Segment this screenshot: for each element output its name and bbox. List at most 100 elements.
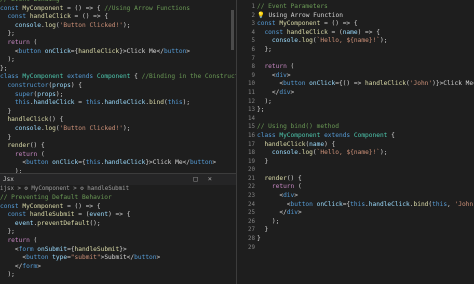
code-line[interactable]: }; — [257, 106, 474, 115]
code-line[interactable]: <button onClick={this.handleClick.bind(t… — [257, 201, 474, 210]
code-line[interactable]: }; — [0, 30, 236, 39]
code-token: constructor — [7, 81, 49, 89]
code-area[interactable]: // Event Bindingconst MyComponent = () =… — [0, 0, 236, 173]
code-line[interactable]: <button onClick={handleClick}>Click Me</… — [0, 48, 236, 57]
code-token: const — [7, 13, 30, 21]
code-line[interactable]: // Event Parameters — [257, 3, 474, 12]
code-line[interactable]: this.handleClick = this.handleClick.bind… — [0, 99, 236, 108]
code-line[interactable]: return ( — [257, 183, 474, 192]
code-token: Component — [96, 73, 135, 81]
code-line[interactable]: }; — [0, 65, 236, 74]
line-number-gutter: 1 2 3 4 5 6 7 8 9 10 11 12 13 14 15 16 17 18 19 20 21 22 23 24 2… — [237, 3, 255, 252]
code-line[interactable]: return ( — [257, 63, 474, 72]
code-line[interactable]: <div> — [257, 72, 474, 81]
code-token: < — [257, 192, 284, 200]
code-line[interactable]: const handleSubmit = (event) => { — [0, 211, 160, 220]
code-token: } — [257, 226, 269, 234]
code-line[interactable]: } — [257, 226, 474, 235]
code-line[interactable]: } — [0, 108, 236, 117]
code-line[interactable]: <form onSubmit={handleSubmit}> — [0, 246, 160, 255]
code-line[interactable]: const MyComponent = () => { — [257, 20, 474, 29]
code-token: }; — [0, 64, 8, 72]
code-line[interactable]: ); — [257, 98, 474, 107]
code-token: Using Arrow Function — [268, 11, 343, 19]
code-token: div — [286, 209, 298, 217]
code-line[interactable]: } — [0, 134, 236, 143]
code-token: > — [37, 262, 41, 270]
code-token: }> — [119, 245, 127, 253]
code-line[interactable]: <button onClick={() => handleClick('John… — [257, 80, 474, 89]
editor-pane-right[interactable]: 1 2 3 4 5 6 7 8 9 10 11 12 13 14 15 16 17 18 19 20 21 22 23 24 2… — [237, 0, 474, 284]
line-number: 23 — [248, 193, 255, 200]
code-token: }; — [257, 45, 272, 53]
code-line[interactable] — [257, 166, 474, 175]
code-line[interactable]: render() { — [257, 175, 474, 184]
code-line[interactable]: super(props); — [0, 91, 236, 100]
code-line[interactable]: return ( — [0, 237, 160, 246]
code-line[interactable]: handleClick() { — [0, 116, 236, 125]
code-line[interactable]: }; — [0, 228, 160, 237]
code-line[interactable]: <div> — [257, 192, 474, 201]
code-line[interactable]: ); — [0, 56, 236, 65]
maximize-icon[interactable]: □ — [193, 175, 197, 183]
code-line[interactable]: <button type="submit">Submit</button> — [0, 254, 160, 263]
code-line[interactable]: ); — [0, 271, 160, 280]
scrollbar[interactable] — [231, 10, 234, 50]
code-line[interactable]: </div> — [257, 209, 474, 218]
code-line[interactable]: // Using bind() method — [257, 123, 474, 132]
code-line[interactable]: // Preventing Default Behavior — [0, 194, 160, 203]
code-line[interactable]: </div> — [257, 89, 474, 98]
code-token: < — [0, 159, 27, 167]
code-token: }>Click Me</ — [119, 47, 164, 55]
code-line[interactable]: render() { — [0, 142, 236, 151]
code-token: > — [186, 47, 191, 55]
code-line[interactable]: event.preventDefault(); — [0, 220, 160, 229]
code-line[interactable]: console.log(`Hello, ${name}!`); — [257, 149, 474, 158]
code-line[interactable]: const MyComponent = () => { — [0, 203, 160, 212]
code-line[interactable] — [257, 55, 474, 64]
code-line[interactable]: return ( — [0, 39, 236, 48]
code-token: console — [271, 37, 298, 45]
code-token: = ( — [74, 211, 90, 219]
code-area[interactable]: // Event Parameters 💡 Using Arrow Functio… — [257, 3, 474, 252]
code-line[interactable] — [257, 115, 474, 124]
line-number: 10 — [248, 81, 255, 88]
code-line[interactable]: class MyComponent extends Component { — [257, 132, 474, 141]
code-line[interactable]: <button onClick={this.handleClick}>Click… — [0, 159, 236, 168]
code-line[interactable]: handleClick(name) { — [257, 141, 474, 150]
code-token: ); — [55, 90, 64, 98]
code-token: // Preventing Default Behavior — [0, 194, 112, 201]
code-token: event — [14, 219, 34, 227]
code-token: form — [18, 245, 38, 253]
code-token: ); — [0, 56, 15, 64]
code-line[interactable]: console.log('Button Clicked!'); — [0, 22, 236, 31]
code-token: log — [44, 124, 56, 132]
code-area[interactable]: // Preventing Default Behavior const MyCo… — [0, 194, 160, 280]
editor-pane-left-bottom[interactable]: ijsx > ⚙ MyComponent > ⚙ handleSubmit //… — [0, 185, 236, 284]
code-line[interactable]: } — [257, 235, 474, 244]
code-line[interactable]: class MyComponent extends Component { //… — [0, 73, 236, 82]
code-line[interactable]: } — [257, 158, 474, 167]
code-line[interactable]: }; — [257, 46, 474, 55]
code-line[interactable]: ); — [257, 218, 474, 227]
editor-pane-left-top[interactable]: // Event Bindingconst MyComponent = () =… — [0, 0, 236, 173]
code-line[interactable]: const handleClick = () => { — [0, 13, 236, 22]
code-line[interactable]: 💡 Using Arrow Function — [257, 12, 474, 21]
code-line[interactable]: console.log('Button Clicked!'); — [0, 125, 236, 134]
breadcrumb[interactable]: ijsx > ⚙ MyComponent > ⚙ handleSubmit — [0, 185, 129, 194]
code-token: this — [85, 99, 101, 107]
panel-tab-label[interactable]: Jsx — [3, 176, 14, 183]
code-line[interactable]: </form> — [0, 263, 160, 272]
code-line[interactable] — [257, 244, 474, 253]
code-line[interactable]: return ( — [0, 151, 236, 160]
code-line[interactable]: console.log(`Hello, ${name}!`); — [257, 37, 474, 46]
close-icon[interactable]: × — [208, 175, 212, 183]
code-token: return — [0, 236, 34, 244]
code-token: ={ — [78, 159, 86, 167]
code-token: < — [0, 245, 19, 253]
code-line[interactable]: const MyComponent = () => { //Using Arro… — [0, 5, 236, 14]
code-line[interactable]: constructor(props) { — [0, 82, 236, 91]
code-token: ={ — [67, 245, 75, 253]
